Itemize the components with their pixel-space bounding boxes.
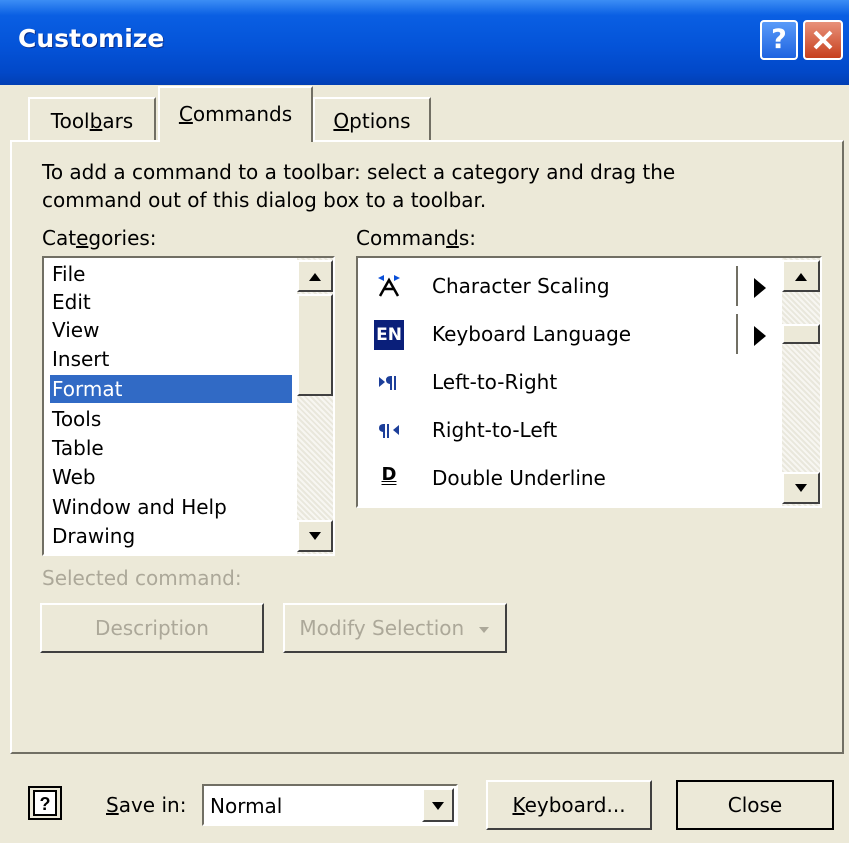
command-item-character-scaling[interactable]: Character Scaling [360,262,766,310]
arrow-down-icon [309,532,321,540]
question-mark-icon: ? [771,24,787,55]
scroll-down-button[interactable] [297,520,333,552]
category-item-drawing[interactable]: Drawing [50,522,292,550]
tab-commands[interactable]: Commands [158,86,313,142]
dropdown-arrow-icon [478,627,489,633]
close-icon [813,30,833,50]
scroll-thumb[interactable] [297,294,333,396]
category-item-view[interactable]: View [50,316,292,344]
save-in-label: Save in: [106,793,187,817]
help-icon: ? [33,790,57,816]
keyboard-button[interactable]: Keyboard... [486,780,652,830]
arrow-down-icon [795,484,807,492]
submenu-arrow-icon [754,278,766,298]
scroll-up-button[interactable] [782,260,820,292]
category-item-insert[interactable]: Insert [50,345,292,373]
save-in-value: Normal [210,794,283,818]
character-scaling-icon [378,275,400,297]
double-underline-icon: D [381,464,397,485]
command-item-double-underline[interactable]: D Double Underline [360,454,734,502]
command-item-keyboard-language[interactable]: EN Keyboard Language [360,310,766,358]
category-item-table[interactable]: Table [50,434,292,462]
save-in-dropdown-button[interactable] [422,788,454,822]
commands-listbox[interactable]: Character Scaling EN Keyboard Language L… [356,256,822,508]
help-icon-button[interactable]: ? [28,786,62,820]
category-item-file[interactable]: File [50,260,292,288]
tab-options[interactable]: Options [313,97,431,141]
arrow-up-icon [795,273,807,281]
help-button[interactable]: ? [760,20,798,60]
command-item-left-to-right[interactable]: Left-to-Right [360,358,734,406]
description-button[interactable]: Description [40,603,264,653]
submenu-arrow-icon [754,326,766,346]
save-in-combobox[interactable]: Normal [202,784,458,826]
window-title: Customize [18,24,165,53]
arrow-up-icon [309,273,321,281]
categories-label: Categories: [42,226,157,250]
categories-listbox[interactable]: File Edit View Insert Format Tools Table… [42,256,335,556]
commands-label: Commands: [356,226,476,250]
instructions-text: To add a command to a toolbar: select a … [42,160,676,212]
category-item-web[interactable]: Web [50,463,292,491]
chevron-down-icon [432,802,444,810]
modify-selection-button[interactable]: Modify Selection [283,603,507,653]
command-item-right-to-left[interactable]: Right-to-Left [360,406,734,454]
category-item-window-and-help[interactable]: Window and Help [50,493,292,521]
svg-text:?: ? [40,794,51,814]
commands-scrollbar[interactable] [782,258,820,506]
keyboard-language-icon: EN [374,320,404,350]
tab-toolbars[interactable]: Toolbars [28,97,156,141]
category-item-format[interactable]: Format [50,375,292,403]
selected-command-label: Selected command: [42,566,242,590]
scroll-down-button[interactable] [782,472,820,504]
category-item-tools[interactable]: Tools [50,405,292,433]
close-button[interactable]: Close [676,780,834,830]
scroll-thumb[interactable] [782,324,820,344]
categories-scrollbar[interactable] [297,258,333,554]
close-window-button[interactable] [803,20,843,60]
left-to-right-icon [379,376,396,390]
right-to-left-icon [379,424,399,438]
scroll-up-button[interactable] [297,260,333,292]
category-item-edit[interactable]: Edit [50,288,292,316]
